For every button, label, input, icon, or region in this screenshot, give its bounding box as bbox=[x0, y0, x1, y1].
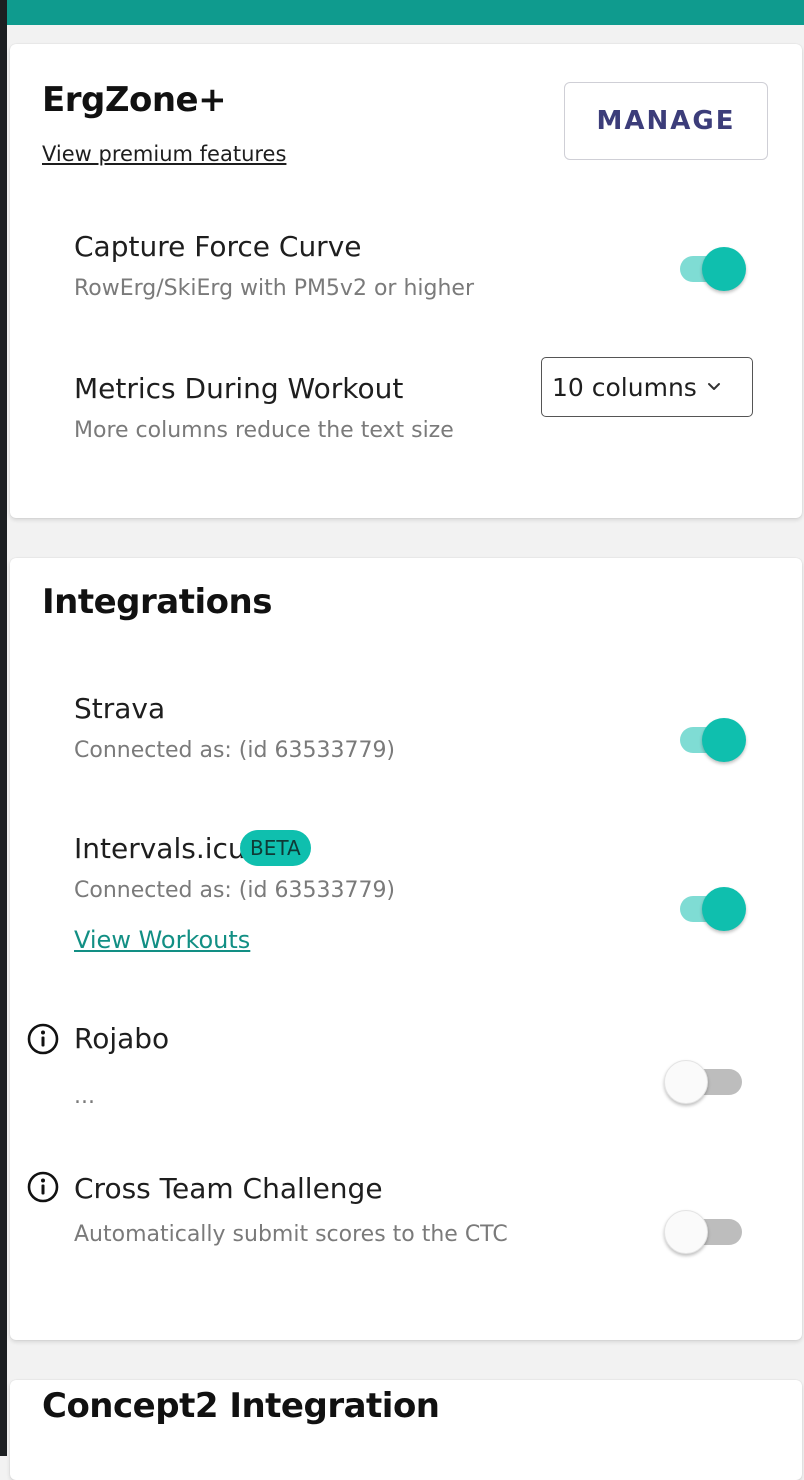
metrics-subtitle: More columns reduce the text size bbox=[74, 418, 454, 443]
rojabo-title: Rojabo bbox=[74, 1022, 170, 1055]
toggle-knob bbox=[664, 1060, 708, 1104]
rojabo-subtitle: ... bbox=[74, 1084, 95, 1109]
chevron-down-icon bbox=[707, 383, 720, 390]
intervals-subtitle: Connected as: (id 63533779) bbox=[74, 878, 396, 903]
ergzone-card: ErgZone+ View premium features MANAGE Ca… bbox=[10, 44, 802, 518]
strava-subtitle: Connected as: (id 63533779) bbox=[74, 738, 396, 763]
concept2-card: Concept2 Integration bbox=[10, 1380, 802, 1480]
toggle-knob bbox=[702, 247, 746, 291]
intervals-toggle[interactable] bbox=[680, 887, 746, 931]
strava-toggle[interactable] bbox=[680, 718, 746, 762]
toggle-knob bbox=[664, 1210, 708, 1254]
window-edge bbox=[0, 0, 7, 1456]
top-app-bar bbox=[7, 0, 804, 25]
force-curve-title: Capture Force Curve bbox=[74, 230, 362, 263]
integrations-title: Integrations bbox=[42, 582, 272, 622]
metrics-title: Metrics During Workout bbox=[74, 372, 404, 405]
view-workouts-link[interactable]: View Workouts bbox=[74, 926, 250, 954]
ctc-title: Cross Team Challenge bbox=[74, 1172, 383, 1205]
integrations-card: Integrations Strava Connected as: (id 63… bbox=[10, 558, 802, 1340]
force-curve-subtitle: RowErg/SkiErg with PM5v2 or higher bbox=[74, 276, 474, 301]
metrics-columns-select[interactable]: 10 columns bbox=[541, 357, 753, 417]
ctc-subtitle: Automatically submit scores to the CTC bbox=[74, 1222, 508, 1247]
ctc-toggle[interactable] bbox=[664, 1210, 748, 1254]
rojabo-toggle[interactable] bbox=[664, 1060, 748, 1104]
strava-title: Strava bbox=[74, 692, 166, 725]
beta-badge: BETA bbox=[240, 830, 311, 866]
info-icon[interactable] bbox=[26, 1170, 60, 1204]
intervals-title: Intervals.icu bbox=[74, 832, 246, 865]
toggle-knob bbox=[702, 887, 746, 931]
manage-button[interactable]: MANAGE bbox=[564, 82, 768, 160]
toggle-knob bbox=[702, 718, 746, 762]
concept2-title: Concept2 Integration bbox=[42, 1386, 440, 1426]
info-icon[interactable] bbox=[26, 1022, 60, 1056]
view-premium-link[interactable]: View premium features bbox=[42, 142, 286, 166]
select-value: 10 columns bbox=[552, 372, 697, 402]
ergzone-title: ErgZone+ bbox=[42, 80, 227, 120]
force-curve-toggle[interactable] bbox=[680, 247, 746, 291]
